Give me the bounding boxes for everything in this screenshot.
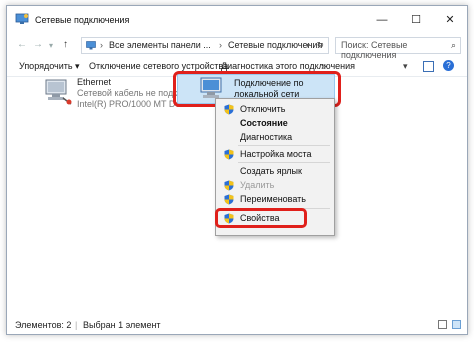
- back-arrow-icon[interactable]: ←: [17, 39, 27, 50]
- status-bar: Элементов: 2 | Выбран 1 элемент: [7, 316, 467, 334]
- shield-icon: [224, 180, 234, 191]
- menu-separator: [238, 145, 330, 146]
- search-input[interactable]: Поиск: Сетевые подключения ⌕: [335, 37, 461, 60]
- highlight-properties-outline: [215, 208, 307, 228]
- address-bar[interactable]: › Все элементы панели ... › Сетевые подк…: [81, 37, 329, 54]
- menu-item-create-shortcut[interactable]: Создать ярлык: [240, 166, 302, 176]
- status-separator: |: [75, 320, 78, 330]
- menu-item-delete: Удалить: [240, 180, 275, 190]
- window-title: Сетевые подключения: [35, 15, 130, 25]
- adapter-name: Ethernet: [77, 77, 112, 87]
- shield-icon: [224, 194, 234, 205]
- shield-icon: [224, 149, 234, 160]
- search-icon[interactable]: ⌕: [451, 40, 456, 51]
- menu-item-rename[interactable]: Переименовать: [240, 194, 306, 204]
- minimize-button[interactable]: —: [365, 6, 399, 34]
- menu-item-bridge[interactable]: Настройка моста: [240, 149, 312, 159]
- more-commands-button[interactable]: »: [321, 61, 326, 71]
- breadcrumb-control-panel[interactable]: Все элементы панели ...: [109, 40, 211, 50]
- shield-icon: [224, 104, 234, 115]
- details-view-icon[interactable]: [438, 320, 447, 329]
- address-row: ← → ▾ ↑ › Все элементы панели ... › Сете…: [7, 34, 467, 60]
- search-placeholder: Поиск: Сетевые подключения: [341, 40, 408, 60]
- breadcrumb-separator: ›: [219, 40, 222, 50]
- title-bar: Сетевые подключения — ☐ ✕: [7, 6, 467, 34]
- menu-item-disable[interactable]: Отключить: [240, 104, 286, 114]
- breadcrumb-separator: ›: [100, 40, 103, 50]
- preview-pane-icon[interactable]: [423, 61, 434, 72]
- item-count: Элементов: 2: [15, 320, 72, 330]
- menu-item-status[interactable]: Состояние: [240, 118, 288, 128]
- address-dropdown-chevron-icon[interactable]: ▾: [306, 41, 310, 50]
- organize-menu-button[interactable]: Упорядочить ▾: [19, 61, 80, 72]
- network-folder-icon: [15, 13, 29, 24]
- network-adapter-icon: [45, 79, 72, 105]
- forward-arrow-icon[interactable]: →: [33, 39, 43, 50]
- selection-count: Выбран 1 элемент: [83, 320, 161, 330]
- maximize-button[interactable]: ☐: [399, 6, 433, 34]
- up-arrow-icon[interactable]: ↑: [63, 39, 68, 50]
- help-icon[interactable]: ?: [443, 60, 454, 71]
- disable-device-button[interactable]: Отключение сетевого устройства: [89, 61, 228, 71]
- recent-locations-chevron-icon[interactable]: ▾: [49, 41, 53, 50]
- refresh-icon[interactable]: ↻: [316, 40, 324, 51]
- change-view-chevron-icon[interactable]: ▾: [403, 61, 408, 72]
- diagnose-connection-button[interactable]: Диагностика этого подключения: [221, 61, 355, 71]
- close-button[interactable]: ✕: [433, 6, 467, 34]
- menu-separator: [238, 162, 330, 163]
- network-connections-window: Сетевые подключения — ☐ ✕ ← → ▾ ↑ › Все …: [6, 5, 468, 335]
- control-panel-icon: [86, 41, 96, 50]
- menu-item-diagnose[interactable]: Диагностика: [240, 132, 292, 142]
- tiles-view-icon[interactable]: [452, 320, 461, 329]
